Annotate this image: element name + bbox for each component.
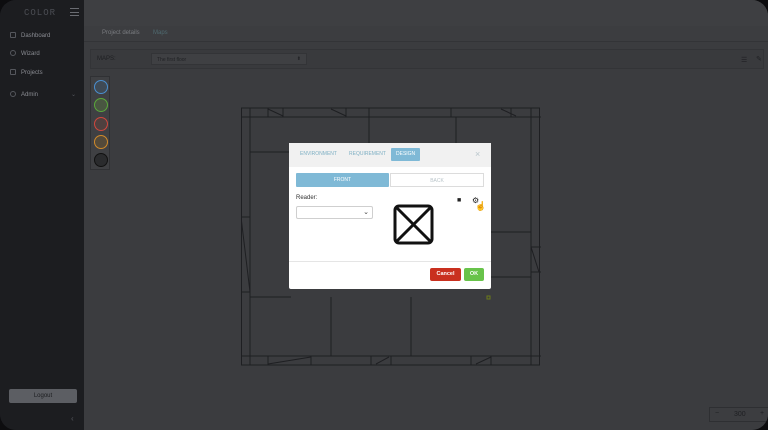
admin-icon [10, 91, 16, 97]
sidebar-item-label: Projects [21, 70, 43, 76]
app-logo: COLOR [24, 8, 57, 18]
dashboard-icon [10, 32, 16, 38]
zoom-control: − 300 + [709, 407, 768, 422]
modal-tabs: ENVIRONMENT REQUIREMENT DESIGN × [289, 143, 491, 167]
front-toggle-button[interactable]: FRONT [296, 173, 389, 187]
chevron-down-icon: ⌄ [70, 92, 76, 98]
reader-label: Reader: [296, 195, 318, 201]
sidebar-item-label: Wizard [21, 51, 40, 57]
maps-select[interactable]: The first floor ⬍ [151, 53, 307, 65]
modal-divider [289, 261, 491, 262]
sidebar-item-label: Admin [21, 92, 39, 98]
page-tabs: Project details Maps [84, 26, 768, 42]
device-properties-modal: ENVIRONMENT REQUIREMENT DESIGN × FRONT B… [289, 143, 491, 289]
app-window: COLOR Dashboard Wizard Projects Admin ⌄ … [0, 0, 768, 430]
maps-select-value: The first floor [157, 57, 187, 63]
lock-tool-icon[interactable] [94, 135, 108, 149]
edit-icon[interactable]: ✎ [756, 55, 762, 63]
cancel-button[interactable]: Cancel [430, 268, 461, 281]
camera-tool-icon[interactable] [94, 98, 108, 112]
select-arrow-icon: ⬍ [296, 56, 301, 62]
hand-cursor-icon: ☝ [475, 201, 487, 211]
sidebar-item-label: Dashboard [21, 33, 51, 39]
tab-requirement[interactable]: REQUIREMENT [344, 148, 391, 161]
sidebar-item-wizard[interactable]: Wizard [0, 46, 84, 62]
close-icon[interactable]: × [475, 149, 480, 159]
alarm-tool-icon[interactable] [94, 117, 108, 131]
zoom-in-button[interactable]: + [760, 410, 764, 417]
device-toolbar [90, 76, 110, 170]
ok-button[interactable]: OK [464, 268, 484, 281]
video-camera-icon[interactable]: ■ [457, 197, 461, 204]
reader-tool-icon[interactable] [94, 80, 108, 94]
top-bar [84, 0, 768, 26]
list-icon[interactable]: ☰ [741, 56, 747, 64]
device-marker[interactable] [486, 295, 491, 300]
tab-environment[interactable]: ENVIRONMENT [295, 148, 342, 161]
tab-maps[interactable]: Maps [153, 30, 168, 36]
back-toggle-button[interactable]: BACK [390, 173, 484, 187]
wizard-icon [10, 50, 16, 56]
sidebar-item-admin[interactable]: Admin ⌄ [0, 87, 84, 103]
keypad-tool-icon[interactable] [94, 153, 108, 167]
logout-button[interactable]: Logout [9, 389, 77, 403]
projects-icon [10, 69, 16, 75]
device-image-placeholder-icon [393, 204, 434, 245]
sidebar: COLOR Dashboard Wizard Projects Admin ⌄ … [0, 0, 84, 430]
tab-project-details[interactable]: Project details [102, 30, 140, 36]
collapse-sidebar-icon[interactable]: ‹ [71, 414, 74, 423]
hamburger-menu-icon[interactable] [70, 8, 79, 16]
sidebar-header: COLOR [0, 0, 84, 26]
maps-label: MAPS: [97, 56, 116, 62]
sidebar-item-dashboard[interactable]: Dashboard [0, 28, 84, 44]
zoom-value[interactable]: 300 [734, 411, 746, 418]
reader-select[interactable]: ⌄ [296, 206, 373, 219]
sidebar-item-projects[interactable]: Projects [0, 65, 84, 81]
tab-design[interactable]: DESIGN [391, 148, 421, 161]
maps-toolbar: MAPS: The first floor ⬍ ☰ ✎ [90, 49, 764, 69]
zoom-out-button[interactable]: − [715, 410, 719, 417]
chevron-down-icon: ⌄ [363, 209, 369, 216]
